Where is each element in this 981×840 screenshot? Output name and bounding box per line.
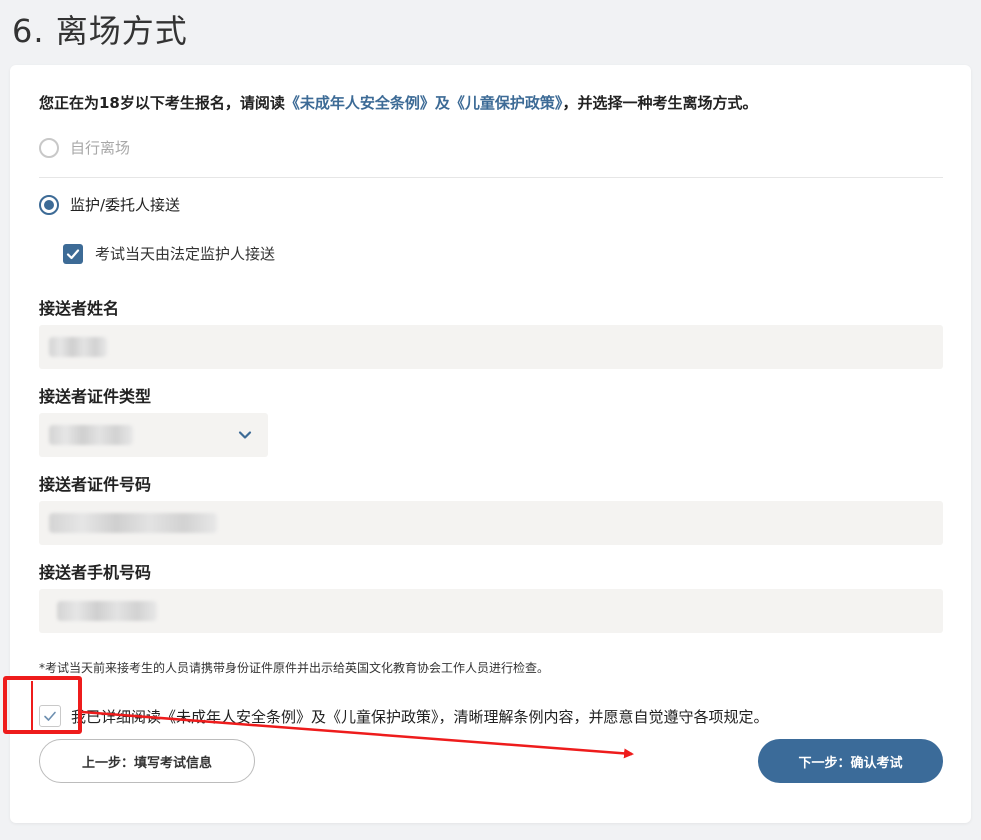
redacted-value [49, 425, 133, 445]
agreement-label: 我已详细阅读《未成年人安全条例》及《儿童保护政策》，清晰理解条例内容，并愿意自觉… [71, 707, 769, 726]
guardian-checkbox-row[interactable]: 考试当天由法定监护人接送 [63, 243, 275, 264]
phone-input[interactable] [39, 589, 943, 633]
redacted-value [49, 513, 217, 533]
agreement-row[interactable]: 我已详细阅读《未成年人安全条例》及《儿童保护政策》，清晰理解条例内容，并愿意自觉… [39, 705, 769, 727]
chevron-down-icon [238, 431, 252, 439]
radio-guardian-pickup[interactable]: 监护/委托人接送 [39, 194, 180, 215]
departure-card: 您正在为18岁以下考生报名，请阅读《未成年人安全条例》及《儿童保护政策》，并选择… [10, 65, 971, 823]
agreement-checkbox[interactable] [39, 705, 61, 727]
phone-label: 接送者手机号码 [39, 563, 152, 582]
radio-label-guardian: 监护/委托人接送 [70, 196, 181, 214]
guardian-checkbox-label: 考试当天由法定监护人接送 [95, 245, 276, 263]
intro-text: 您正在为18岁以下考生报名，请阅读《未成年人安全条例》及《儿童保护政策》，并选择… [39, 92, 757, 113]
intro-prefix: 您正在为18岁以下考生报名，请阅读 [39, 94, 285, 112]
check-icon [44, 711, 56, 721]
radio-circle-unchecked[interactable] [39, 137, 59, 158]
redacted-value [49, 337, 107, 357]
checkbox-checked-icon[interactable] [63, 243, 83, 264]
radio-label-self: 自行离场 [70, 139, 131, 157]
id-number-label: 接送者证件号码 [39, 475, 152, 494]
id-type-select[interactable] [39, 413, 268, 457]
id-type-label: 接送者证件类型 [39, 387, 152, 406]
radio-self-departure[interactable]: 自行离场 [39, 137, 130, 158]
pickup-notice: *考试当天前来接考生的人员请携带身份证件原件并出示给英国文化教育协会工作人员进行… [39, 661, 550, 675]
annotation-cursor-line [31, 681, 33, 731]
intro-conjunction: 及 [434, 94, 450, 112]
safety-regulation-link[interactable]: 《未成年人安全条例》 [285, 94, 435, 112]
child-protection-link[interactable]: 《儿童保护政策》 [450, 94, 563, 112]
pickup-name-input[interactable] [39, 325, 943, 369]
option-divider [39, 177, 943, 178]
next-step-button[interactable]: 下一步：确认考试 [758, 739, 943, 783]
page-title: 6. 离场方式 [12, 12, 188, 50]
prev-step-button[interactable]: 上一步：填写考试信息 [39, 739, 255, 783]
intro-suffix: ，并选择一种考生离场方式。 [562, 94, 758, 112]
page: 6. 离场方式 您正在为18岁以下考生报名，请阅读《未成年人安全条例》及《儿童保… [0, 0, 981, 840]
pickup-name-label: 接送者姓名 [39, 299, 120, 318]
redacted-value [57, 601, 157, 621]
id-number-input[interactable] [39, 501, 943, 545]
radio-circle-checked[interactable] [39, 194, 59, 215]
